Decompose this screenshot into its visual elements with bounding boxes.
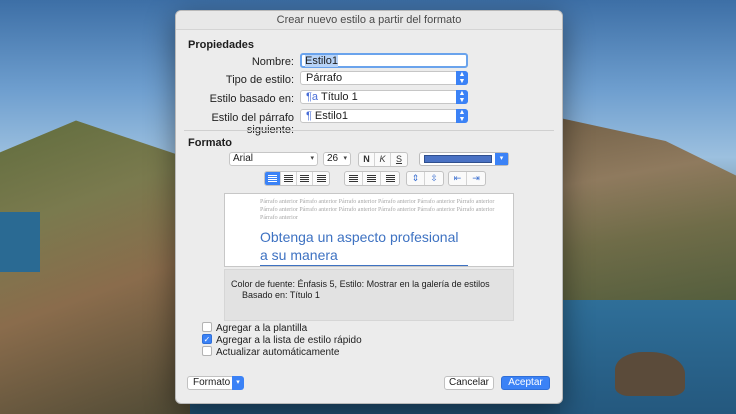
decrease-indent-icon: ⇤ [453, 173, 462, 183]
bold-button[interactable]: N [359, 153, 375, 166]
decrease-paragraph-spacing-icon: ⇕ [411, 173, 420, 183]
style-description: Color de fuente: Énfasis 5, Estilo: Most… [224, 269, 514, 321]
add-to-template-checkbox[interactable] [202, 322, 212, 333]
style-type-label: Tipo de estilo: [225, 74, 294, 86]
chevron-down-icon[interactable]: ▾ [232, 376, 244, 390]
align-center-button[interactable] [281, 172, 297, 185]
add-to-template-label: Agregar a la plantilla [216, 323, 308, 334]
one-half-spacing-button[interactable] [363, 172, 381, 185]
add-to-template-option[interactable]: Agregar a la plantilla [202, 322, 308, 335]
underline-button[interactable]: S [391, 153, 407, 166]
based-on-popup[interactable]: ¶a Título 1 ▲ ▼ [300, 90, 468, 104]
popup-arrows-icon: ▲ ▼ [456, 71, 468, 85]
auto-update-option[interactable]: Actualizar automáticamente [202, 346, 340, 359]
align-left-icon [268, 175, 277, 182]
popup-arrows-icon: ▲ ▼ [456, 90, 468, 104]
chevron-down-icon: ▾ [310, 155, 314, 162]
align-right-button[interactable] [297, 172, 313, 185]
style-type-popup[interactable]: Párrafo ▲ ▼ [300, 71, 468, 85]
decrease-indent-button[interactable]: ⇤ [449, 172, 467, 185]
indent-buttons: ⇤ ⇥ [448, 171, 486, 186]
single-spacing-button[interactable] [345, 172, 363, 185]
line-spacing-buttons [344, 171, 400, 186]
based-on-label: Estilo basado en: [209, 93, 294, 105]
font-size-value: 26 [327, 153, 339, 164]
justify-button[interactable] [313, 172, 329, 185]
preview-heading-rule [260, 265, 468, 266]
section-divider [184, 130, 554, 131]
auto-update-label: Actualizar automáticamente [216, 347, 340, 358]
alignment-buttons [264, 171, 330, 186]
increase-indent-button[interactable]: ⇥ [467, 172, 485, 185]
cancel-button[interactable]: Cancelar [444, 376, 494, 390]
one-half-spacing-icon [367, 175, 376, 182]
preview-heading-line2: a su manera [260, 247, 338, 263]
font-family-popup[interactable]: Arial ▾ [229, 152, 318, 166]
increase-indent-icon: ⇥ [472, 173, 480, 183]
paragraph-style-icon: ¶a [306, 91, 319, 103]
paragraph-mark-icon: ¶ [306, 110, 312, 122]
font-color-well[interactable]: ▾ [419, 152, 509, 166]
justify-icon [316, 175, 326, 182]
preview-heading-line1: Obtenga un aspecto profesional [260, 229, 459, 245]
decrease-spacing-button[interactable]: ⇕ [407, 172, 425, 185]
single-spacing-icon [349, 175, 358, 182]
name-input-value: Estilo1 [305, 55, 339, 67]
next-paragraph-popup[interactable]: ¶ Estilo1 ▲ ▼ [300, 109, 468, 123]
wallpaper-island-right [560, 118, 736, 325]
format-section-title: Formato [188, 137, 232, 149]
increase-paragraph-spacing-icon: ⇳ [430, 173, 438, 183]
popup-arrows-icon: ▲ ▼ [456, 109, 468, 123]
add-to-quick-styles-option[interactable]: ✓ Agregar a la lista de estilo rápido [202, 334, 362, 347]
style-preview: Párrafo anterior Párrafo anterior Párraf… [224, 193, 514, 267]
auto-update-checkbox[interactable] [202, 346, 212, 357]
align-left-button[interactable] [265, 172, 281, 185]
chevron-down-icon: ▾ [495, 153, 508, 165]
align-right-icon [300, 175, 309, 182]
font-color-swatch [424, 155, 492, 163]
font-size-popup[interactable]: 26 ▾ [323, 152, 351, 166]
name-input[interactable]: Estilo1 [300, 53, 468, 68]
font-style-buttons: N K S [358, 152, 408, 167]
description-line2: Basado en: Título 1 [242, 290, 320, 300]
add-to-quick-styles-label: Agregar a la lista de estilo rápido [216, 335, 362, 346]
add-to-quick-styles-checkbox[interactable]: ✓ [202, 334, 212, 345]
wallpaper-sea-left [0, 212, 40, 272]
font-family-value: Arial [233, 153, 254, 164]
italic-button[interactable]: K [375, 153, 391, 166]
accept-button[interactable]: Aceptar [501, 376, 550, 390]
wallpaper-rock [615, 352, 685, 396]
next-paragraph-label: Estilo del párrafo siguiente: [211, 112, 294, 136]
based-on-value: Título 1 [321, 91, 358, 103]
new-style-dialog: Crear nuevo estilo a partir del formato … [175, 10, 563, 404]
properties-section-title: Propiedades [188, 39, 255, 51]
increase-spacing-button[interactable]: ⇳ [425, 172, 443, 185]
chevron-down-icon: ▾ [343, 155, 347, 162]
paragraph-spacing-buttons: ⇕ ⇳ [406, 171, 444, 186]
next-paragraph-value: Estilo1 [314, 110, 348, 122]
align-center-icon [284, 175, 293, 182]
name-label: Nombre: [251, 56, 294, 68]
description-line1: Color de fuente: Énfasis 5, Estilo: Most… [231, 279, 490, 289]
double-spacing-icon [385, 175, 395, 182]
double-spacing-button[interactable] [381, 172, 399, 185]
format-menu-button[interactable]: Formato [187, 376, 234, 390]
preview-heading: Obtenga un aspecto profesional a su mane… [260, 228, 490, 264]
style-type-value: Párrafo [306, 72, 343, 84]
dialog-title: Crear nuevo estilo a partir del formato [176, 11, 562, 30]
preview-previous-paragraph: Párrafo anterior Párrafo anterior Párraf… [260, 199, 495, 221]
